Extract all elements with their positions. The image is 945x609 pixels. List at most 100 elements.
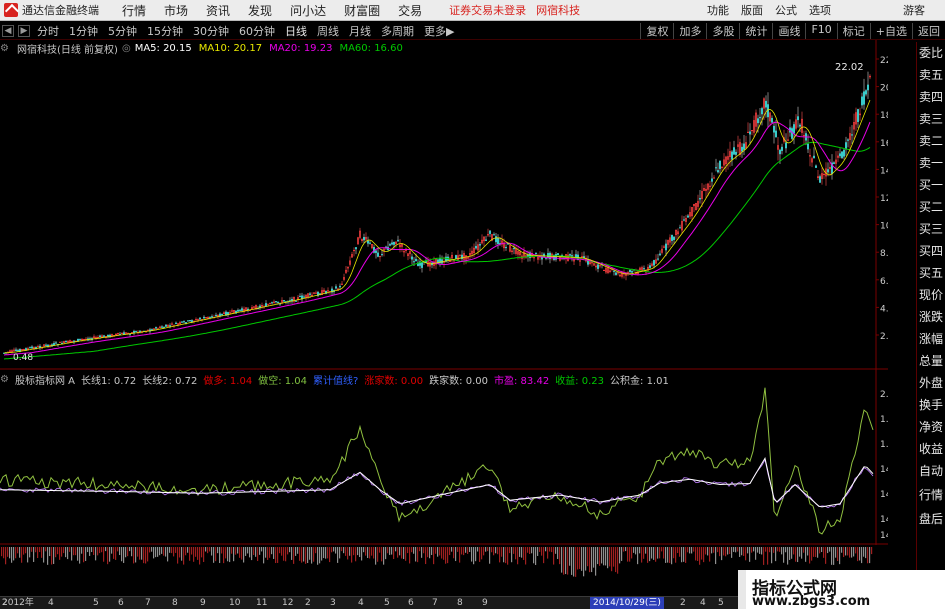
volume-bar bbox=[369, 547, 371, 559]
menu-jiaoyi[interactable]: 交易 bbox=[389, 2, 431, 19]
volume-bar bbox=[739, 547, 741, 557]
volume-bar bbox=[49, 547, 51, 557]
candle-body bbox=[99, 335, 101, 337]
period-1min[interactable]: 1分钟 bbox=[64, 23, 103, 39]
side-panel-item[interactable]: 净资 bbox=[917, 416, 945, 438]
candlestick-chart[interactable]: 22.02 0.48 22.00 20.00 18.00 16.00 14.00 12.0… bbox=[0, 40, 888, 370]
guest-label[interactable]: 游客 bbox=[897, 2, 931, 18]
f10-button[interactable]: F10 bbox=[805, 22, 836, 39]
volume-bar bbox=[331, 547, 333, 553]
layout-button[interactable]: 版面 bbox=[735, 2, 769, 18]
side-panel-item[interactable]: 买三 bbox=[917, 218, 945, 240]
side-panel-item[interactable]: 委比 bbox=[917, 42, 945, 64]
period-more[interactable]: 更多▶ bbox=[419, 23, 459, 39]
volume-bar bbox=[21, 547, 23, 563]
side-panel-item[interactable]: 涨幅 bbox=[917, 328, 945, 350]
huaxian-button[interactable]: 画线 bbox=[772, 22, 805, 39]
volume-bar bbox=[841, 547, 843, 553]
side-panel-item[interactable]: 总量 bbox=[917, 350, 945, 372]
menu-caifuquan[interactable]: 财富圈 bbox=[335, 2, 389, 19]
volume-bar bbox=[217, 547, 219, 554]
volume-bar bbox=[655, 547, 657, 562]
tongji-button[interactable]: 统计 bbox=[739, 22, 772, 39]
period-weekly[interactable]: 周线 bbox=[312, 23, 344, 39]
volume-bar bbox=[651, 547, 653, 559]
side-panel-item[interactable]: 卖一 bbox=[917, 152, 945, 174]
menu-faxian[interactable]: 发现 bbox=[239, 2, 281, 19]
candle-body bbox=[653, 260, 655, 266]
side-panel-item[interactable]: 买二 bbox=[917, 196, 945, 218]
side-panel-item[interactable]: 卖三 bbox=[917, 108, 945, 130]
volume-bar bbox=[297, 547, 299, 554]
forward-nav-icon[interactable]: ▶ bbox=[18, 24, 30, 37]
volume-bar bbox=[407, 547, 409, 554]
period-daily[interactable]: 日线 bbox=[280, 23, 312, 39]
side-panel-item[interactable]: 买五 bbox=[917, 262, 945, 284]
period-multi[interactable]: 多周期 bbox=[376, 23, 419, 39]
candle-body bbox=[211, 316, 213, 318]
gear-icon[interactable]: ⚙ bbox=[0, 43, 9, 54]
side-panel-item[interactable]: 卖二 bbox=[917, 130, 945, 152]
menu-zixun[interactable]: 资讯 bbox=[197, 2, 239, 19]
add-watchlist-button[interactable]: +自选 bbox=[869, 22, 912, 39]
period-30min[interactable]: 30分钟 bbox=[188, 23, 234, 39]
volume-bar bbox=[325, 547, 327, 559]
menu-shichang[interactable]: 市场 bbox=[155, 2, 197, 19]
candle-body bbox=[827, 169, 829, 173]
volume-bar bbox=[555, 547, 557, 554]
volume-bar bbox=[237, 547, 239, 554]
side-panel-item[interactable]: 现价 bbox=[917, 284, 945, 306]
function-button[interactable]: 功能 bbox=[701, 2, 735, 18]
login-notice[interactable]: 证券交易未登录 bbox=[449, 2, 526, 18]
side-panel-item[interactable]: 收益 bbox=[917, 438, 945, 460]
candle-body bbox=[839, 153, 841, 157]
side-panel-item[interactable]: 盘后 bbox=[917, 508, 945, 532]
volume-bar bbox=[477, 547, 479, 552]
side-panel-item[interactable]: 涨跌 bbox=[917, 306, 945, 328]
return-button[interactable]: 返回 bbox=[912, 22, 945, 39]
volume-bar bbox=[869, 547, 871, 564]
candle-body bbox=[493, 234, 495, 236]
period-fenshi[interactable]: 分时 bbox=[32, 23, 64, 39]
side-panel-item[interactable]: 自动 bbox=[917, 460, 945, 484]
notice-stock[interactable]: 网宿科技 bbox=[536, 2, 580, 18]
volume-bar bbox=[693, 547, 695, 552]
duogu-button[interactable]: 多股 bbox=[706, 22, 739, 39]
options-button[interactable]: 选项 bbox=[803, 2, 837, 18]
side-panel-item[interactable]: 卖五 bbox=[917, 64, 945, 86]
volume-bar bbox=[585, 547, 587, 571]
menu-hangqing[interactable]: 行情 bbox=[113, 2, 155, 19]
jiaduo-button[interactable]: 加多 bbox=[673, 22, 706, 39]
side-panel-item[interactable]: 买一 bbox=[917, 174, 945, 196]
volume-bar bbox=[5, 547, 7, 565]
side-panel-item[interactable]: 行情 bbox=[917, 484, 945, 508]
candle-body bbox=[665, 243, 667, 251]
sub-gear-icon[interactable]: ⚙ bbox=[0, 374, 9, 385]
volume-bar bbox=[421, 547, 423, 558]
side-panel-item[interactable]: 卖四 bbox=[917, 86, 945, 108]
candle-body bbox=[363, 237, 365, 241]
side-panel-item[interactable]: 外盘 bbox=[917, 372, 945, 394]
indicator-gongjijin: 公积金: 1.01 bbox=[610, 375, 669, 387]
period-monthly[interactable]: 月线 bbox=[344, 23, 376, 39]
period-60min[interactable]: 60分钟 bbox=[234, 23, 280, 39]
volume-bar bbox=[57, 547, 59, 555]
side-panel-item[interactable]: 买四 bbox=[917, 240, 945, 262]
period-15min[interactable]: 15分钟 bbox=[142, 23, 188, 39]
volume-bar bbox=[433, 547, 435, 565]
candle-body bbox=[277, 301, 279, 303]
volume-bar bbox=[465, 547, 467, 553]
volume-bar bbox=[669, 547, 671, 564]
biaoji-button[interactable]: 标记 bbox=[836, 22, 870, 39]
side-panel-item[interactable]: 换手 bbox=[917, 394, 945, 416]
settings-circle-icon[interactable]: ◎ bbox=[122, 43, 131, 54]
volume-bar bbox=[349, 547, 351, 556]
formula-button[interactable]: 公式 bbox=[769, 2, 803, 18]
period-5min[interactable]: 5分钟 bbox=[103, 23, 142, 39]
fuquan-button[interactable]: 复权 bbox=[640, 22, 673, 39]
volume-bar bbox=[643, 547, 645, 559]
volume-bar bbox=[345, 547, 347, 556]
back-nav-icon[interactable]: ◀ bbox=[2, 24, 14, 37]
menu-wenxiaoda[interactable]: 问小达 bbox=[281, 2, 335, 19]
indicator-chart[interactable]: 2.00 1.50 1.00 14:50 14:50 14:50 14:50 bbox=[0, 370, 888, 545]
